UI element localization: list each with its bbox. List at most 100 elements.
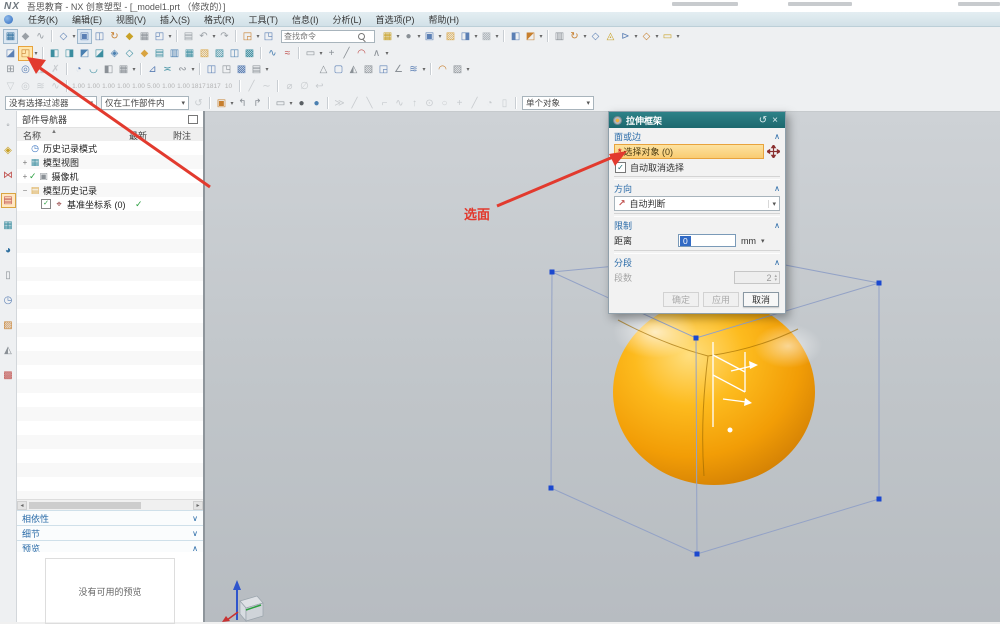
selection-scope-dropdown[interactable]: 仅在工作部件内▾ xyxy=(101,96,189,110)
parameter-value-icon[interactable]: 1817 xyxy=(191,83,206,90)
distance-input[interactable]: 0 xyxy=(678,234,736,247)
minimize-button[interactable] xyxy=(672,2,738,6)
sweep-frame-icon[interactable]: ◩ xyxy=(77,46,92,61)
parameter-value-icon[interactable]: 1.00 xyxy=(116,83,131,90)
highlight-faces-icon[interactable]: ● xyxy=(294,96,309,111)
pattern-face-icon[interactable]: ▦ xyxy=(116,62,131,77)
chevron-up-icon[interactable]: ∧ xyxy=(774,221,780,230)
palette-icon[interactable]: ▨ xyxy=(1,318,16,333)
shaded-view-icon[interactable]: ▣ xyxy=(77,29,92,44)
null-set-icon[interactable]: ∅ xyxy=(297,79,312,94)
chevron-down-icon[interactable]: ▾ xyxy=(33,50,39,57)
copy-icon[interactable]: ◳ xyxy=(261,29,276,44)
snap-circle-icon[interactable]: ○ xyxy=(437,96,452,111)
undock-window-icon[interactable] xyxy=(188,115,198,124)
section-view-icon[interactable]: ◧ xyxy=(508,29,523,44)
part-navigator-icon[interactable]: ▤ xyxy=(1,193,16,208)
wave-geometry-icon[interactable]: ◬ xyxy=(603,29,618,44)
view-manipulate-icon[interactable]: ◰ xyxy=(152,29,167,44)
face-edge-section-header[interactable]: 面或边 ∧ xyxy=(614,130,780,143)
grid-icon[interactable]: ▦ xyxy=(137,29,152,44)
menu-item-insert[interactable]: 插入(S) xyxy=(153,13,197,26)
menu-item-help[interactable]: 帮助(H) xyxy=(422,13,467,26)
move-handles-icon[interactable] xyxy=(767,145,780,158)
history-page-icon[interactable]: ▯ xyxy=(1,268,16,283)
snap-control-point-icon[interactable]: ╲ xyxy=(362,96,377,111)
menu-item-format[interactable]: 格式(R) xyxy=(197,13,242,26)
direct-sketch-icon[interactable]: ▦ xyxy=(3,29,18,44)
tube-frame-icon[interactable]: ◪ xyxy=(92,46,107,61)
work-layer-icon[interactable]: ▣ xyxy=(422,29,437,44)
roles-icon[interactable]: ◭ xyxy=(1,343,16,358)
fit-curve-icon[interactable]: ∿ xyxy=(265,46,280,61)
menu-item-analysis[interactable]: 分析(L) xyxy=(326,13,369,26)
copy-frame-icon[interactable]: ◇ xyxy=(122,46,137,61)
parameter-value-icon[interactable]: 1.00 xyxy=(161,83,176,90)
spline-poles-icon[interactable]: ∿ xyxy=(48,79,63,94)
snap-endpoint-icon[interactable]: ≫ xyxy=(332,96,347,111)
maximize-button[interactable] xyxy=(788,2,852,6)
marquee-select-icon[interactable]: ▭ xyxy=(273,96,288,111)
snap-point-on-curve-icon[interactable]: ╱ xyxy=(467,96,482,111)
open-folder-icon[interactable]: ▨ xyxy=(443,29,458,44)
orient-view-icon[interactable]: ◇ xyxy=(56,29,71,44)
more-tools-icon[interactable]: ▤ xyxy=(249,62,264,77)
tree-row-history-mode[interactable]: ◷历史记录模式 xyxy=(17,141,203,155)
delete-face-icon[interactable]: ▩ xyxy=(242,46,257,61)
edit-curve-icon[interactable]: ╱ xyxy=(244,79,259,94)
chevron-icon[interactable]: ∨ xyxy=(192,514,198,523)
chevron-down-icon[interactable]: ▾ xyxy=(190,66,196,73)
parameter-value-icon[interactable]: 1.00 xyxy=(176,83,191,90)
tree-row-datum-csys[interactable]: ✓⌖基准坐标系 (0)✓ xyxy=(17,197,203,211)
merge-face-icon[interactable]: ▥ xyxy=(167,46,182,61)
loft-frame-icon[interactable]: ◨ xyxy=(62,46,77,61)
menu-item-edit[interactable]: 编辑(E) xyxy=(65,13,109,26)
transform-frame-icon[interactable]: ⊞ xyxy=(3,62,18,77)
project-curve-icon[interactable]: ⊿ xyxy=(145,62,160,77)
segment-count-stepper[interactable]: 2 ▴▾ xyxy=(734,271,780,284)
dialog-titlebar[interactable]: 拉伸框架 ↺ × xyxy=(609,112,785,128)
history-clock-icon[interactable]: ◷ xyxy=(1,293,16,308)
extract-shape-icon[interactable]: ◔ xyxy=(71,62,86,77)
command-finder-search[interactable] xyxy=(281,30,375,43)
menu-item-task[interactable]: 任务(K) xyxy=(21,13,65,26)
parameter-value-icon[interactable]: 5.00 xyxy=(146,83,161,90)
dependencies-panel-header[interactable]: 相依性∨ xyxy=(17,510,203,525)
apply-button[interactable]: 应用 xyxy=(703,292,739,307)
viewport-background[interactable] xyxy=(205,111,1000,622)
snap-pole-icon[interactable]: ↑ xyxy=(407,96,422,111)
subdivide-face-icon[interactable]: ▤ xyxy=(152,46,167,61)
chevron-down-icon[interactable]: ▾ xyxy=(465,66,471,73)
chevron-up-icon[interactable]: ∧ xyxy=(774,258,780,267)
deviation-gauge-icon[interactable]: ∠ xyxy=(391,62,406,77)
parameter-value-icon[interactable]: 1.00 xyxy=(71,83,86,90)
snap-midpoint-icon[interactable]: ╱ xyxy=(347,96,362,111)
move-component-icon[interactable]: ↻ xyxy=(567,29,582,44)
constraint-navigator-icon[interactable]: ⋈ xyxy=(1,168,16,183)
persistent-dim-icon[interactable]: ◎ xyxy=(18,79,33,94)
snap-intersection-icon[interactable]: + xyxy=(452,96,467,111)
chevron-down-icon[interactable]: ▾ xyxy=(675,33,681,40)
snap-face-point-icon[interactable]: ▯ xyxy=(497,96,512,111)
diameter-dim-icon[interactable]: ⌀ xyxy=(282,79,297,94)
fill-face-icon[interactable]: ▧ xyxy=(197,46,212,61)
set-weight-icon[interactable]: ✗ xyxy=(48,62,63,77)
select-object-row[interactable]: * 选择对象 (0) xyxy=(614,144,764,159)
wave-toggle-icon[interactable]: ≋ xyxy=(33,79,48,94)
rotate-view-icon[interactable]: ↻ xyxy=(107,29,122,44)
mirror-frame-icon[interactable]: ◫ xyxy=(204,62,219,77)
limits-section-header[interactable]: 限制 ∧ xyxy=(614,219,780,232)
print-icon[interactable]: ▤ xyxy=(181,29,196,44)
chevron-down-icon[interactable]: ▾ xyxy=(768,200,776,208)
triangle-display-icon[interactable]: △ xyxy=(316,62,331,77)
undo-icon[interactable]: ↶ xyxy=(196,29,211,44)
window-layout-icon[interactable]: ▦ xyxy=(380,29,395,44)
new-window-icon[interactable]: ◨ xyxy=(458,29,473,44)
menu-item-tools[interactable]: 工具(T) xyxy=(242,13,286,26)
details-panel-header[interactable]: 细节∨ xyxy=(17,525,203,540)
tree-expander-icon[interactable]: + xyxy=(21,158,29,167)
direction-dropdown[interactable]: ↗ 自动判断 ▾ xyxy=(614,196,780,211)
snap-quadrant-icon[interactable]: ◔ xyxy=(482,96,497,111)
chevron-down-icon[interactable]: ▾ xyxy=(538,33,544,40)
select-previous-icon[interactable]: ↰ xyxy=(235,96,250,111)
